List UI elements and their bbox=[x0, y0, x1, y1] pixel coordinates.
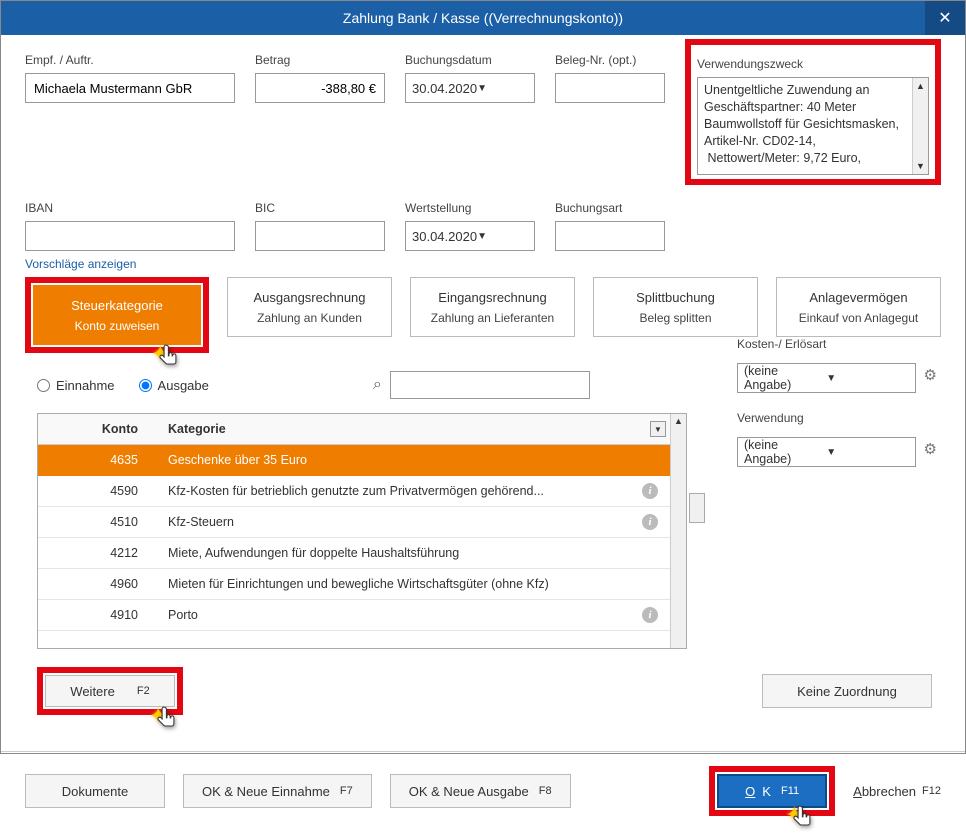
info-icon[interactable]: i bbox=[642, 483, 658, 499]
ok-button[interactable]: OK F11 bbox=[717, 774, 827, 808]
cost-type-select[interactable]: (keine Angabe) ▼ bbox=[737, 363, 916, 393]
bic-input[interactable] bbox=[255, 221, 385, 251]
income-radio[interactable]: Einnahme bbox=[37, 378, 115, 393]
booking-type-label: Buchungsart bbox=[555, 201, 665, 215]
purpose-textarea[interactable]: Unentgeltliche Zuwendung an Geschäftspar… bbox=[697, 77, 929, 175]
chevron-down-icon: ▼ bbox=[477, 231, 528, 242]
cell-konto: 4960 bbox=[38, 569, 158, 600]
ok-new-income-button[interactable]: OK & Neue Einnahme F7 bbox=[183, 774, 372, 808]
chevron-down-icon: ▼ bbox=[477, 83, 528, 94]
ok-label: O bbox=[745, 784, 755, 799]
gear-icon[interactable]: ⚙ bbox=[924, 440, 937, 458]
amount-label: Betrag bbox=[255, 53, 385, 67]
info-icon[interactable]: i bbox=[642, 607, 658, 623]
search-icon: ⌕ bbox=[373, 376, 382, 394]
table-row[interactable]: 4510Kfz-Steuerni bbox=[38, 507, 670, 538]
titlebar: Zahlung Bank / Kasse ((Verrechnungskonto… bbox=[1, 1, 965, 35]
scrollbar[interactable]: ▲ ▼ bbox=[912, 78, 928, 174]
usage-select[interactable]: (keine Angabe) ▼ bbox=[737, 437, 916, 467]
gear-icon[interactable]: ⚙ bbox=[924, 366, 937, 384]
table-row[interactable]: 4590Kfz-Kosten für betrieblich genutzte … bbox=[38, 476, 670, 507]
receipt-label: Beleg-Nr. (opt.) bbox=[555, 53, 665, 67]
chevron-down-icon: ▼ bbox=[826, 447, 908, 458]
split-booking-button[interactable]: Splittbuchung Beleg splitten bbox=[593, 277, 758, 337]
expense-radio[interactable]: Ausgabe bbox=[139, 378, 209, 393]
purpose-label: Verwendungszweck bbox=[697, 57, 929, 71]
receipt-input[interactable] bbox=[555, 73, 665, 103]
category-table: Konto Kategorie ▼ 4635Geschenke über 35 … bbox=[37, 413, 687, 649]
cost-type-label: Kosten-/ Erlösart bbox=[737, 337, 937, 351]
cell-kategorie: Mieten für Einrichtungen und bewegliche … bbox=[158, 569, 670, 600]
chevron-down-icon: ▼ bbox=[826, 373, 908, 384]
cell-kategorie: Portoi bbox=[158, 600, 670, 631]
cell-kategorie: Miete, Aufwendungen für doppelte Haushal… bbox=[158, 538, 670, 569]
iban-input[interactable] bbox=[25, 221, 235, 251]
cell-konto: 4510 bbox=[38, 507, 158, 538]
recipient-input[interactable] bbox=[25, 73, 235, 103]
booking-type-input[interactable] bbox=[555, 221, 665, 251]
booking-date-input[interactable]: 30.04.2020 ▼ bbox=[405, 73, 535, 103]
close-button[interactable]: ✕ bbox=[925, 1, 965, 35]
iban-label: IBAN bbox=[25, 201, 235, 215]
dropdown-caret-icon[interactable]: ▼ bbox=[650, 421, 666, 437]
value-date-input[interactable]: 30.04.2020 ▼ bbox=[405, 221, 535, 251]
more-button[interactable]: Weitere F2 bbox=[45, 675, 175, 707]
value-date-label: Wertstellung bbox=[405, 201, 535, 215]
recipient-label: Empf. / Auftr. bbox=[25, 53, 235, 67]
incoming-invoice-button[interactable]: Eingangsrechnung Zahlung an Lieferanten bbox=[410, 277, 575, 337]
fixed-assets-button[interactable]: Anlagevermögen Einkauf von Anlagegut bbox=[776, 277, 941, 337]
outgoing-invoice-button[interactable]: Ausgangsrechnung Zahlung an Kunden bbox=[227, 277, 392, 337]
cursor-hand-icon bbox=[791, 804, 817, 834]
documents-button[interactable]: Dokumente bbox=[25, 774, 165, 808]
cell-konto: 4590 bbox=[38, 476, 158, 507]
scroll-up-icon[interactable]: ▲ bbox=[671, 416, 686, 432]
extra-dropdown-button[interactable] bbox=[689, 493, 705, 523]
booking-date-label: Buchungsdatum bbox=[405, 53, 535, 67]
table-row[interactable]: 4635Geschenke über 35 Euro bbox=[38, 445, 670, 476]
cell-konto: 4212 bbox=[38, 538, 158, 569]
cell-konto: 4635 bbox=[38, 445, 158, 476]
info-icon[interactable]: i bbox=[642, 514, 658, 530]
cancel-button[interactable]: Abbrechen F12 bbox=[853, 784, 941, 799]
bic-label: BIC bbox=[255, 201, 385, 215]
cell-kategorie: Kfz-Steuerni bbox=[158, 507, 670, 538]
table-row[interactable]: 4212Miete, Aufwendungen für doppelte Hau… bbox=[38, 538, 670, 569]
window-title: Zahlung Bank / Kasse ((Verrechnungskonto… bbox=[343, 10, 623, 26]
cell-konto: 4910 bbox=[38, 600, 158, 631]
col-kategorie[interactable]: Kategorie ▼ bbox=[158, 414, 670, 445]
tax-category-button[interactable]: Steuerkategorie Konto zuweisen bbox=[33, 285, 201, 345]
no-assignment-button[interactable]: Keine Zuordnung bbox=[762, 674, 932, 708]
ok-new-expense-button[interactable]: OK & Neue Ausgabe F8 bbox=[390, 774, 571, 808]
cursor-hand-icon bbox=[155, 705, 181, 735]
amount-input[interactable] bbox=[255, 73, 385, 103]
search-input[interactable] bbox=[390, 371, 590, 399]
usage-label: Verwendung bbox=[737, 411, 937, 425]
table-row[interactable]: 4960Mieten für Einrichtungen und bewegli… bbox=[38, 569, 670, 600]
suggestions-link[interactable]: Vorschläge anzeigen bbox=[25, 257, 941, 271]
scroll-up-icon[interactable]: ▲ bbox=[913, 78, 928, 94]
table-scrollbar[interactable]: ▲ bbox=[670, 414, 686, 648]
cell-kategorie: Geschenke über 35 Euro bbox=[158, 445, 670, 476]
table-row[interactable]: 4910Portoi bbox=[38, 600, 670, 631]
col-konto[interactable]: Konto bbox=[38, 414, 158, 445]
cell-kategorie: Kfz-Kosten für betrieblich genutzte zum … bbox=[158, 476, 670, 507]
scroll-down-icon[interactable]: ▼ bbox=[913, 158, 928, 174]
cursor-hand-icon bbox=[157, 343, 183, 373]
